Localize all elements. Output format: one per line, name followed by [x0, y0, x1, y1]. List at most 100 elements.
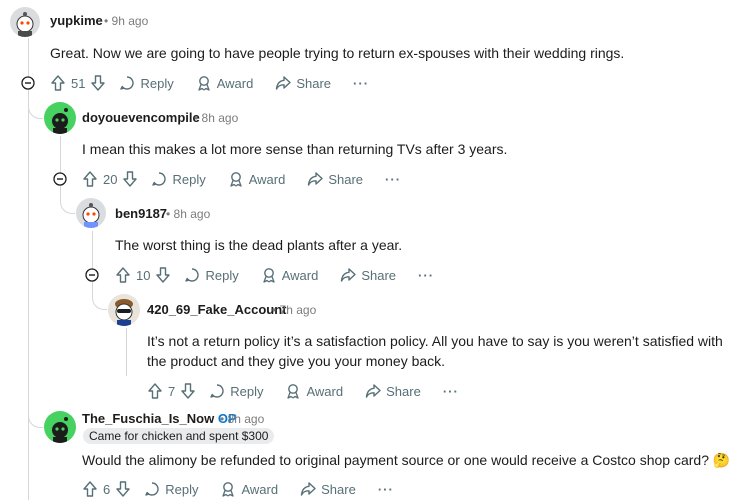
award-button[interactable]: Award	[228, 171, 286, 187]
vote-score: 10	[136, 267, 151, 283]
collapse-thread-button[interactable]	[21, 76, 35, 90]
reply-button[interactable]: Reply	[209, 383, 263, 399]
avatar[interactable]	[76, 198, 106, 228]
downvote-button[interactable]	[181, 383, 195, 399]
more-options-button[interactable]: ···	[443, 384, 459, 399]
thread-line[interactable]	[126, 328, 127, 376]
downvote-button[interactable]	[116, 481, 130, 497]
comment-username[interactable]: 420_69_Fake_Account	[147, 302, 286, 317]
thread-connector	[60, 195, 75, 214]
upvote-arrow-icon	[83, 481, 97, 497]
share-label: Share	[321, 481, 356, 497]
comment-time[interactable]: 7h ago	[280, 303, 317, 317]
comment-username[interactable]: ben9187	[115, 206, 167, 221]
downvote-button[interactable]	[91, 75, 106, 91]
user-flair: Came for chicken and spent $300	[83, 428, 275, 444]
snoo-avatar-icon	[82, 203, 100, 228]
share-label: Share	[386, 383, 421, 399]
avatar[interactable]	[44, 102, 76, 134]
comment-meta: • 8h ago	[166, 207, 210, 221]
more-options-button[interactable]: ···	[385, 172, 401, 187]
upvote-button[interactable]	[83, 171, 97, 187]
comment-username[interactable]: The_Fuschia_Is_Now OP	[82, 411, 237, 426]
more-options-button[interactable]: ···	[378, 482, 394, 497]
upvote-button[interactable]	[83, 481, 97, 497]
downvote-arrow-icon	[116, 481, 130, 497]
collapse-thread-button[interactable]	[85, 268, 99, 282]
upvote-button[interactable]	[116, 267, 130, 283]
share-arrow-icon	[341, 268, 357, 282]
comment-username-text[interactable]: The_Fuschia_Is_Now	[82, 411, 214, 426]
vote-controls: 7	[148, 383, 195, 399]
comment-actions: 6 Reply Award Share ···	[83, 478, 394, 500]
share-button[interactable]: Share	[365, 383, 421, 399]
minus-circle-icon	[21, 76, 35, 90]
share-arrow-icon	[276, 76, 292, 90]
comment-username[interactable]: doyouevencompile	[82, 110, 200, 125]
minus-circle-icon	[53, 172, 67, 186]
downvote-button[interactable]	[156, 267, 171, 283]
downvote-button[interactable]	[123, 171, 138, 187]
comment-time[interactable]: 8h ago	[202, 111, 239, 125]
vote-score: 6	[103, 481, 111, 497]
comment-time[interactable]: 8h ago	[228, 412, 265, 426]
minus-circle-icon	[85, 268, 99, 282]
comment-actions: 51 Reply Award Share ···	[51, 72, 369, 94]
comment-meta: • 7h ago	[272, 303, 316, 317]
award-icon	[287, 384, 300, 399]
comment-meta: • 8h ago	[194, 111, 238, 125]
meta-separator: •	[272, 303, 277, 317]
share-button[interactable]: Share	[300, 481, 356, 497]
comment-time[interactable]: 9h ago	[112, 14, 149, 28]
award-button[interactable]: Award	[196, 75, 253, 91]
snoo-avatar-icon	[115, 299, 133, 326]
reply-button[interactable]: Reply	[151, 171, 206, 187]
award-button[interactable]: Award	[261, 267, 319, 283]
share-label: Share	[296, 75, 332, 91]
reply-button[interactable]: Reply	[119, 75, 174, 91]
meta-separator: •	[166, 207, 171, 221]
award-label: Award	[241, 481, 279, 497]
more-options-button[interactable]: ···	[353, 76, 369, 91]
award-button[interactable]: Award	[285, 383, 343, 399]
avatar[interactable]	[10, 7, 40, 37]
share-button[interactable]: Share	[340, 267, 396, 283]
reply-button[interactable]: Reply	[184, 267, 239, 283]
award-button[interactable]: Award	[220, 481, 278, 497]
downvote-arrow-icon	[156, 267, 171, 283]
vote-controls: 6	[83, 481, 130, 497]
share-arrow-icon	[308, 172, 324, 186]
share-button[interactable]: Share	[307, 171, 363, 187]
reply-button[interactable]: Reply	[144, 481, 198, 497]
vote-score: 7	[168, 383, 176, 399]
avatar[interactable]	[108, 294, 140, 326]
downvote-arrow-icon	[181, 383, 195, 399]
vote-controls: 51	[51, 75, 106, 91]
meta-separator: •	[104, 14, 109, 28]
vote-controls: 20	[83, 171, 138, 187]
upvote-arrow-icon	[83, 171, 97, 187]
comment-meta: • 8h ago	[220, 412, 264, 426]
vote-controls: 10	[116, 267, 171, 283]
thread-connector	[28, 395, 43, 428]
award-icon	[230, 172, 242, 187]
comment-username[interactable]: yupkime	[50, 13, 103, 28]
snoo-avatar-icon	[52, 417, 68, 443]
upvote-arrow-icon	[116, 267, 130, 283]
meta-separator: •	[220, 412, 225, 426]
award-label: Award	[248, 171, 286, 187]
reply-label: Reply	[172, 171, 206, 187]
upvote-button[interactable]	[51, 75, 65, 91]
more-options-button[interactable]: ···	[418, 268, 434, 283]
snoo-avatar-icon	[16, 12, 34, 37]
thread-connector	[92, 291, 107, 310]
thread-line[interactable]	[60, 136, 61, 195]
comment-time[interactable]: 8h ago	[174, 207, 211, 221]
avatar[interactable]	[44, 411, 76, 443]
collapse-thread-button[interactable]	[53, 172, 67, 186]
reply-bubble-icon	[145, 482, 159, 496]
award-label: Award	[281, 267, 319, 283]
share-button[interactable]: Share	[275, 75, 331, 91]
upvote-button[interactable]	[148, 383, 162, 399]
thread-line[interactable]	[92, 231, 93, 291]
